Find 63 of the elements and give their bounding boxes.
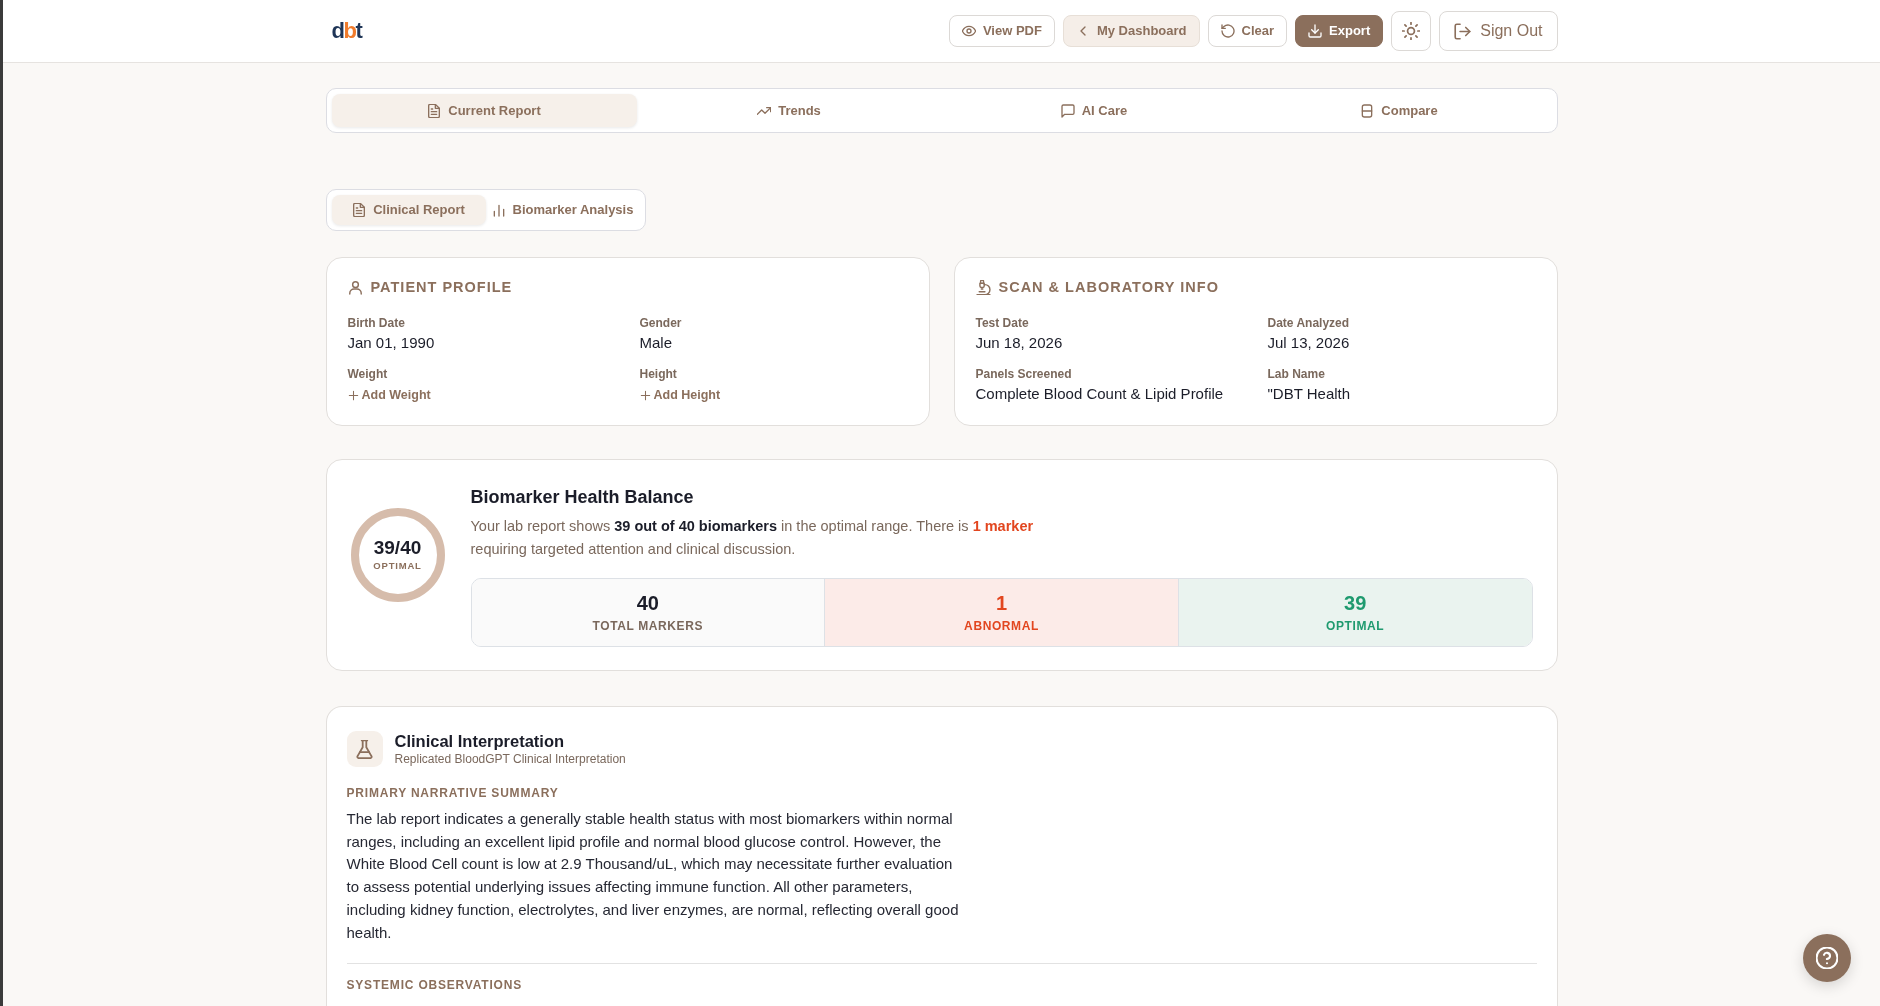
stat-label: OPTIMAL	[1325, 618, 1386, 635]
help-button[interactable]	[1803, 934, 1851, 982]
tab[interactable]: Compare	[1246, 94, 1552, 127]
theme-toggle-button[interactable]	[1391, 11, 1432, 51]
logo: dbt	[331, 20, 362, 42]
add-link[interactable]: Add Weight	[347, 385, 431, 405]
field-value: Jan 01, 1990	[347, 332, 436, 353]
stat-label: TOTAL MARKERS	[591, 618, 705, 635]
field-value: Male	[639, 332, 673, 353]
section-title: Clinical Interpretation	[394, 731, 566, 751]
clear-button[interactable]: Clear	[1207, 15, 1288, 47]
field-value: Complete Blood Count & Lipid Profile	[975, 383, 1225, 404]
field-label: Date Analyzed	[1267, 315, 1351, 330]
field-label: Lab Name	[1267, 366, 1326, 381]
download-icon	[1308, 24, 1323, 38]
view-pdf-button[interactable]: View PDF	[948, 15, 1055, 47]
field-value: "DBT Health	[1267, 383, 1352, 404]
section-title: Biomarker Health Balance	[470, 486, 695, 508]
microscope-icon	[975, 280, 991, 296]
tab[interactable]: Current Report	[331, 94, 637, 127]
card-title: SCAN & LABORATORY INFO	[998, 278, 1219, 297]
add-link[interactable]: Add Height	[639, 385, 721, 405]
plus-icon	[639, 389, 651, 401]
summary-text: Your lab report shows 39 out of 40 biomarkers in the optimal range. There is 1 marker requiring targeted attention and clinical discussion.	[470, 517, 1035, 559]
sun-icon	[1402, 22, 1421, 40]
dashboard-button[interactable]: My Dashboard	[1062, 15, 1200, 47]
sub-tab[interactable]: Biomarker Analysis	[485, 195, 640, 225]
circular-arrow-icon	[1220, 24, 1235, 38]
stat-value: 1	[994, 591, 1009, 615]
speech-bubble-icon	[1060, 103, 1075, 118]
card-title: PATIENT PROFILE	[370, 278, 513, 297]
narrative-text: The lab report indicates a generally stable health status with most biomarkers within normal ranges, including an excellent lipid profile and normal blood glucose control. However, the White Blood Cell count is low at 2.9 Thousand/uL, which may necessitate further evaluation to assess potential underlying issues affecting immune function. All other parameters, including kidney function, electrolytes, and liver enzymes, are normal, reflecting overall good health.	[346, 809, 960, 943]
sign-out-icon	[1454, 22, 1472, 40]
document-icon	[427, 103, 442, 118]
bar-chart-icon	[491, 203, 506, 217]
section-subtitle: Replicated BloodGPT Clinical Interpretation	[394, 751, 626, 767]
score-text: 39/40	[373, 536, 422, 559]
person-icon	[347, 280, 363, 296]
field-label: Gender	[639, 315, 683, 330]
split-rectangle-icon	[1360, 103, 1375, 118]
eye-icon	[961, 24, 976, 38]
field-value: Jul 13, 2026	[1267, 332, 1351, 353]
section-heading: SYSTEMIC OBSERVATIONS	[346, 978, 523, 993]
help-icon	[1816, 947, 1838, 969]
field-label: Panels Screened	[975, 366, 1073, 381]
stat-value: 39	[1343, 591, 1368, 615]
tab[interactable]: AI Care	[941, 94, 1247, 127]
flask-icon	[346, 731, 383, 767]
sub-tab[interactable]: Clinical Report	[331, 195, 486, 225]
field-label: Weight	[347, 366, 389, 381]
field-label: Test Date	[975, 315, 1030, 330]
tab[interactable]: Trends	[636, 94, 942, 127]
document-icon	[352, 203, 367, 217]
field-label: Birth Date	[347, 315, 406, 330]
plus-icon	[347, 389, 359, 401]
score-label: OPTIMAL	[373, 558, 422, 573]
field-value: Jun 18, 2026	[975, 332, 1064, 353]
stat-value: 40	[635, 591, 660, 615]
export-button[interactable]: Export	[1295, 15, 1384, 47]
section-heading: PRIMARY NARRATIVE SUMMARY	[346, 786, 560, 800]
field-label: Height	[639, 366, 678, 381]
stat-label: ABNORMAL	[963, 618, 1040, 635]
sign-out-button[interactable]: Sign Out	[1439, 11, 1558, 51]
